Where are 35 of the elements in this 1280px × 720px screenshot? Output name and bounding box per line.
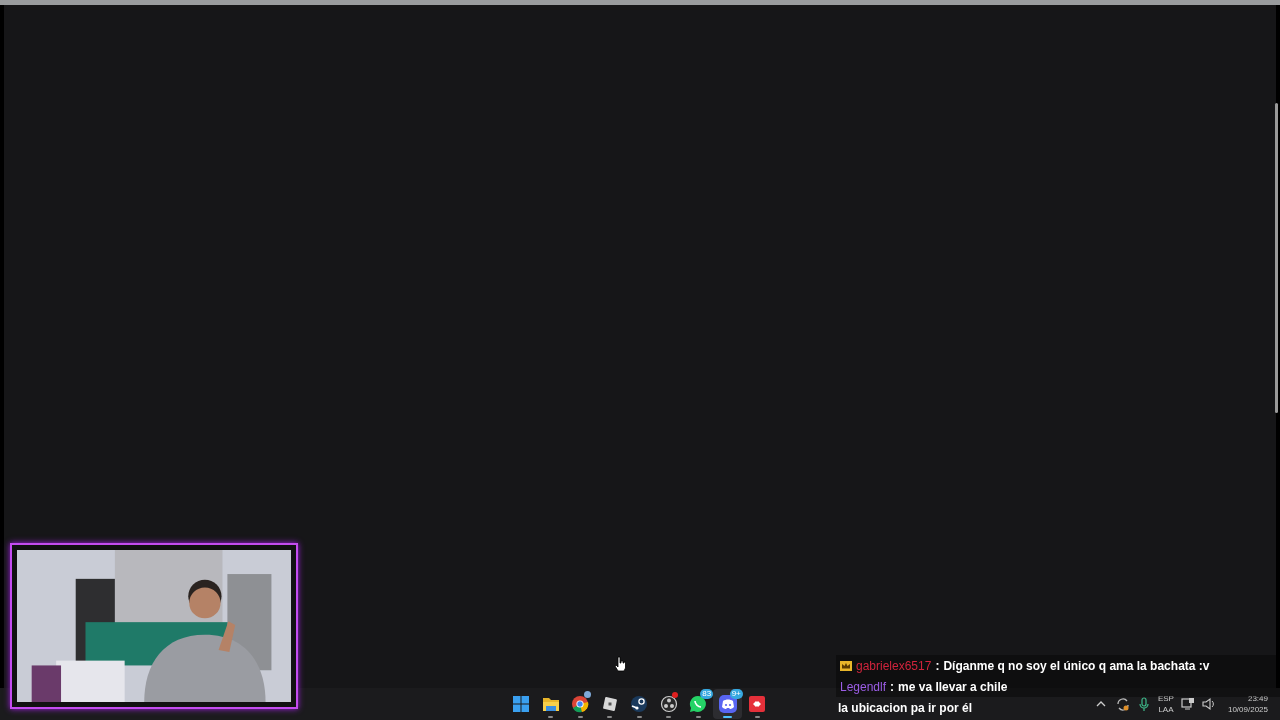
clock-date: 10/09/2025 [1227, 704, 1268, 715]
running-indicator [695, 716, 701, 718]
hand-cursor-icon [614, 656, 626, 672]
notification-dot [671, 692, 678, 698]
profile-avatar-icon [584, 691, 592, 698]
chat-separator: : [935, 658, 940, 673]
language-indicator[interactable]: ESP LAA [1157, 693, 1174, 715]
chat-username: Legendlf [840, 679, 887, 694]
running-indicator [548, 716, 554, 718]
chat-separator: : [890, 679, 895, 694]
keyboard-layout: LAA [1158, 704, 1174, 715]
windows-logo-icon [511, 694, 531, 714]
clock[interactable]: 23:49 10/09/2025 [1227, 693, 1268, 715]
notification-badge: 9+ [729, 689, 743, 699]
running-indicator [636, 716, 642, 718]
network-icon[interactable] [1180, 697, 1195, 711]
speaker-icon[interactable] [1201, 697, 1215, 711]
notification-badge: 83 [700, 689, 714, 699]
app-icon [747, 694, 767, 714]
clock-time: 23:49 [1247, 693, 1268, 704]
running-indicator [666, 716, 672, 718]
chat-message: la ubicacion pa ir por él [838, 700, 973, 715]
running-indicator [754, 716, 760, 718]
sync-icon[interactable] [1114, 697, 1130, 711]
chat-bubble-icon [688, 694, 708, 714]
chat-message: Díganme q no soy el único q ama la bachata :v [943, 658, 1210, 673]
microphone-icon[interactable] [1136, 697, 1151, 711]
running-indicator [723, 716, 733, 718]
chat-message: me va llevar a chile [898, 679, 1008, 694]
chat-username: gabrielex6517 [856, 658, 932, 673]
running-indicator [577, 716, 583, 718]
language-code: ESP [1157, 693, 1174, 704]
scrollbar-thumb[interactable] [1275, 103, 1278, 413]
browser-icon [570, 694, 590, 714]
running-indicator [607, 716, 613, 718]
